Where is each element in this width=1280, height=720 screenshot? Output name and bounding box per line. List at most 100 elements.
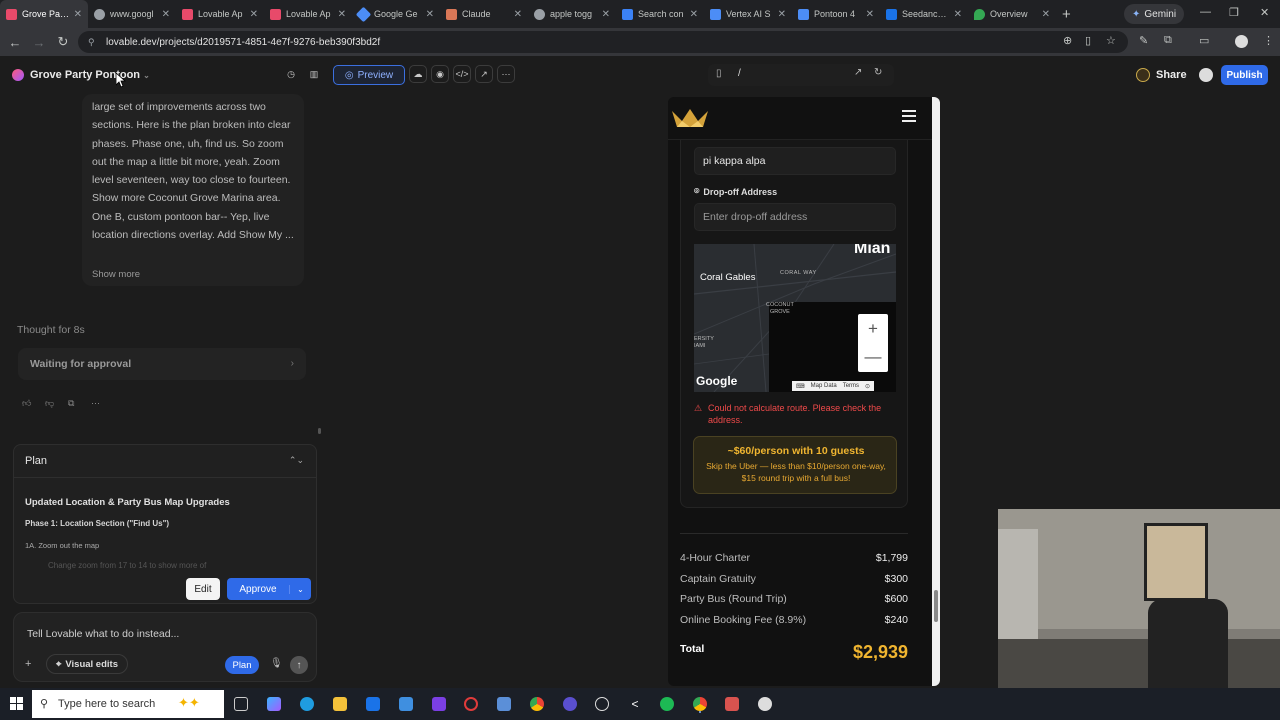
reload-icon[interactable]: ↻ [51, 34, 75, 50]
browser-tab[interactable]: www.googl ✕ [88, 0, 176, 28]
microphone-icon[interactable]: 🎙︎ [270, 658, 283, 669]
address-bar[interactable]: ⚲ lovable.dev/projects/d2019571-4851-4e7… [78, 31, 1128, 53]
task-view-icon[interactable] [234, 697, 248, 711]
design-icon[interactable]: ◉ [431, 65, 449, 83]
app-icon[interactable] [758, 697, 772, 711]
close-tab-icon[interactable]: ✕ [250, 9, 258, 20]
close-tab-icon[interactable]: ✕ [866, 9, 874, 20]
thumbs-down-icon[interactable]: 👎︎ [45, 398, 54, 409]
profile-avatar[interactable] [1235, 35, 1248, 48]
analytics-icon[interactable]: ↗ [475, 65, 493, 83]
zoom-icon[interactable]: ⊕ [1063, 34, 1072, 47]
browser-tab[interactable]: Overview ✕ [968, 0, 1056, 28]
close-tab-icon[interactable]: ✕ [162, 9, 170, 20]
code-icon[interactable]: </> [453, 65, 471, 83]
chatgpt-icon[interactable] [595, 697, 609, 711]
chat-scrollbar[interactable] [318, 428, 321, 434]
extensions-icon[interactable]: ⧉ [1164, 34, 1172, 47]
store-icon[interactable] [399, 697, 413, 711]
zoom-out-button[interactable]: — [858, 344, 888, 370]
zoom-in-button[interactable]: + [858, 316, 888, 342]
close-tab-icon[interactable]: ✕ [602, 9, 610, 20]
close-tab-icon[interactable]: ✕ [954, 9, 962, 20]
opera-icon[interactable] [464, 697, 478, 711]
device-icon[interactable]: ▯ [716, 68, 722, 79]
gemini-button[interactable]: ✦ Gemini [1124, 4, 1185, 24]
window-close-icon[interactable]: ✕ [1260, 6, 1269, 19]
browser-tab[interactable]: Seedance 2 ✕ [880, 0, 968, 28]
browser-tab[interactable]: apple togg ✕ [528, 0, 616, 28]
close-tab-icon[interactable]: ✕ [690, 9, 698, 20]
preview-route-bar[interactable]: ▯ / ↗ ↻ [708, 64, 894, 86]
browser-tab[interactable]: Google Ge ✕ [352, 0, 440, 28]
browser-tab[interactable]: Lovable Ap ✕ [176, 0, 264, 28]
close-tab-icon[interactable]: ✕ [778, 9, 786, 20]
approve-button[interactable]: Approve ⌄ [227, 578, 311, 600]
file-explorer-icon[interactable] [333, 697, 347, 711]
more-icon[interactable]: ⋯ [497, 65, 515, 83]
chevron-down-icon[interactable]: ⌄ [289, 584, 311, 594]
close-tab-icon[interactable]: ✕ [338, 9, 346, 20]
browser-tab[interactable]: Grove Party ✕ [0, 0, 88, 28]
show-more-link[interactable]: Show more [92, 269, 140, 280]
copilot-icon[interactable] [267, 697, 281, 711]
bookmark-star-icon[interactable]: ☆ [1106, 34, 1116, 47]
visual-edits-button[interactable]: ⌖ Visual edits [46, 654, 128, 674]
restore-icon[interactable]: ❐ [1229, 6, 1239, 19]
github-icon[interactable] [1199, 68, 1213, 82]
edit-button[interactable]: Edit [186, 578, 220, 600]
chrome-active-icon[interactable] [693, 697, 707, 711]
share-button[interactable]: Share [1136, 66, 1187, 84]
back-icon[interactable]: ← [3, 35, 27, 50]
collapse-icon[interactable]: ⌃⌄ [289, 455, 304, 466]
dropoff-address-input[interactable] [694, 203, 896, 231]
app-icon[interactable] [497, 697, 511, 711]
browser-tab[interactable]: Vertex AI S ✕ [704, 0, 792, 28]
copy-icon[interactable]: ⧉ [68, 398, 74, 409]
minimize-icon[interactable]: — [1200, 6, 1211, 18]
browser-tab[interactable]: Search con ✕ [616, 0, 704, 28]
app-icon[interactable] [432, 697, 446, 711]
more-options-icon[interactable]: ⋯ [91, 398, 100, 409]
close-tab-icon[interactable]: ✕ [514, 9, 522, 20]
new-tab-icon[interactable]: + [1062, 6, 1071, 23]
project-name-dropdown[interactable]: Grove Party Pontoon ⌄ [30, 69, 150, 81]
chat-input[interactable] [27, 628, 297, 640]
edge-icon[interactable] [300, 697, 314, 711]
save-page-icon[interactable]: ▯ [1085, 34, 1091, 47]
sidebar-toggle-icon[interactable]: ▥ [305, 65, 323, 83]
waiting-for-approval[interactable]: Waiting for approval › [18, 348, 306, 380]
app-icon[interactable] [725, 697, 739, 711]
taskbar-search[interactable]: ⚲ Type here to search ✦✦ [32, 690, 224, 718]
cursor-app-icon[interactable]: < [628, 697, 642, 711]
close-tab-icon[interactable]: ✕ [74, 9, 82, 20]
browser-tab[interactable]: Lovable Ap ✕ [264, 0, 352, 28]
map-data-link[interactable]: Map Data [811, 383, 837, 389]
scrollbar-thumb[interactable] [934, 590, 938, 622]
preview-button[interactable]: ◎ Preview [333, 65, 405, 85]
close-tab-icon[interactable]: ✕ [1042, 9, 1050, 20]
side-panel-icon[interactable]: ▭ [1199, 34, 1209, 47]
browser-tab[interactable]: Claude ✕ [440, 0, 528, 28]
send-button[interactable]: ↑ [290, 656, 308, 674]
spotify-icon[interactable] [660, 697, 674, 711]
add-icon[interactable]: + [25, 658, 39, 672]
chrome-menu-icon[interactable]: ⋮ [1263, 34, 1274, 47]
open-external-icon[interactable]: ↗ [854, 67, 862, 78]
discord-icon[interactable] [563, 697, 577, 711]
windows-start-icon[interactable] [10, 697, 23, 710]
crown-logo-icon[interactable] [670, 107, 710, 129]
browser-tab[interactable]: Pontoon 4 ✕ [792, 0, 880, 28]
pickup-address-input[interactable] [694, 147, 896, 175]
pen-icon[interactable]: ✎ [1139, 34, 1148, 47]
hamburger-menu-icon[interactable] [902, 110, 916, 124]
publish-button[interactable]: Publish [1221, 65, 1268, 85]
thumbs-up-icon[interactable]: 👍︎ [22, 398, 31, 409]
site-info-icon[interactable]: ⚲ [88, 37, 100, 48]
terms-link[interactable]: Terms [843, 383, 859, 389]
mail-icon[interactable] [366, 697, 380, 711]
chrome-icon[interactable] [530, 697, 544, 711]
forward-icon[interactable]: → [27, 35, 51, 50]
history-icon[interactable]: ◷ [282, 65, 300, 83]
refresh-preview-icon[interactable]: ↻ [874, 67, 882, 78]
